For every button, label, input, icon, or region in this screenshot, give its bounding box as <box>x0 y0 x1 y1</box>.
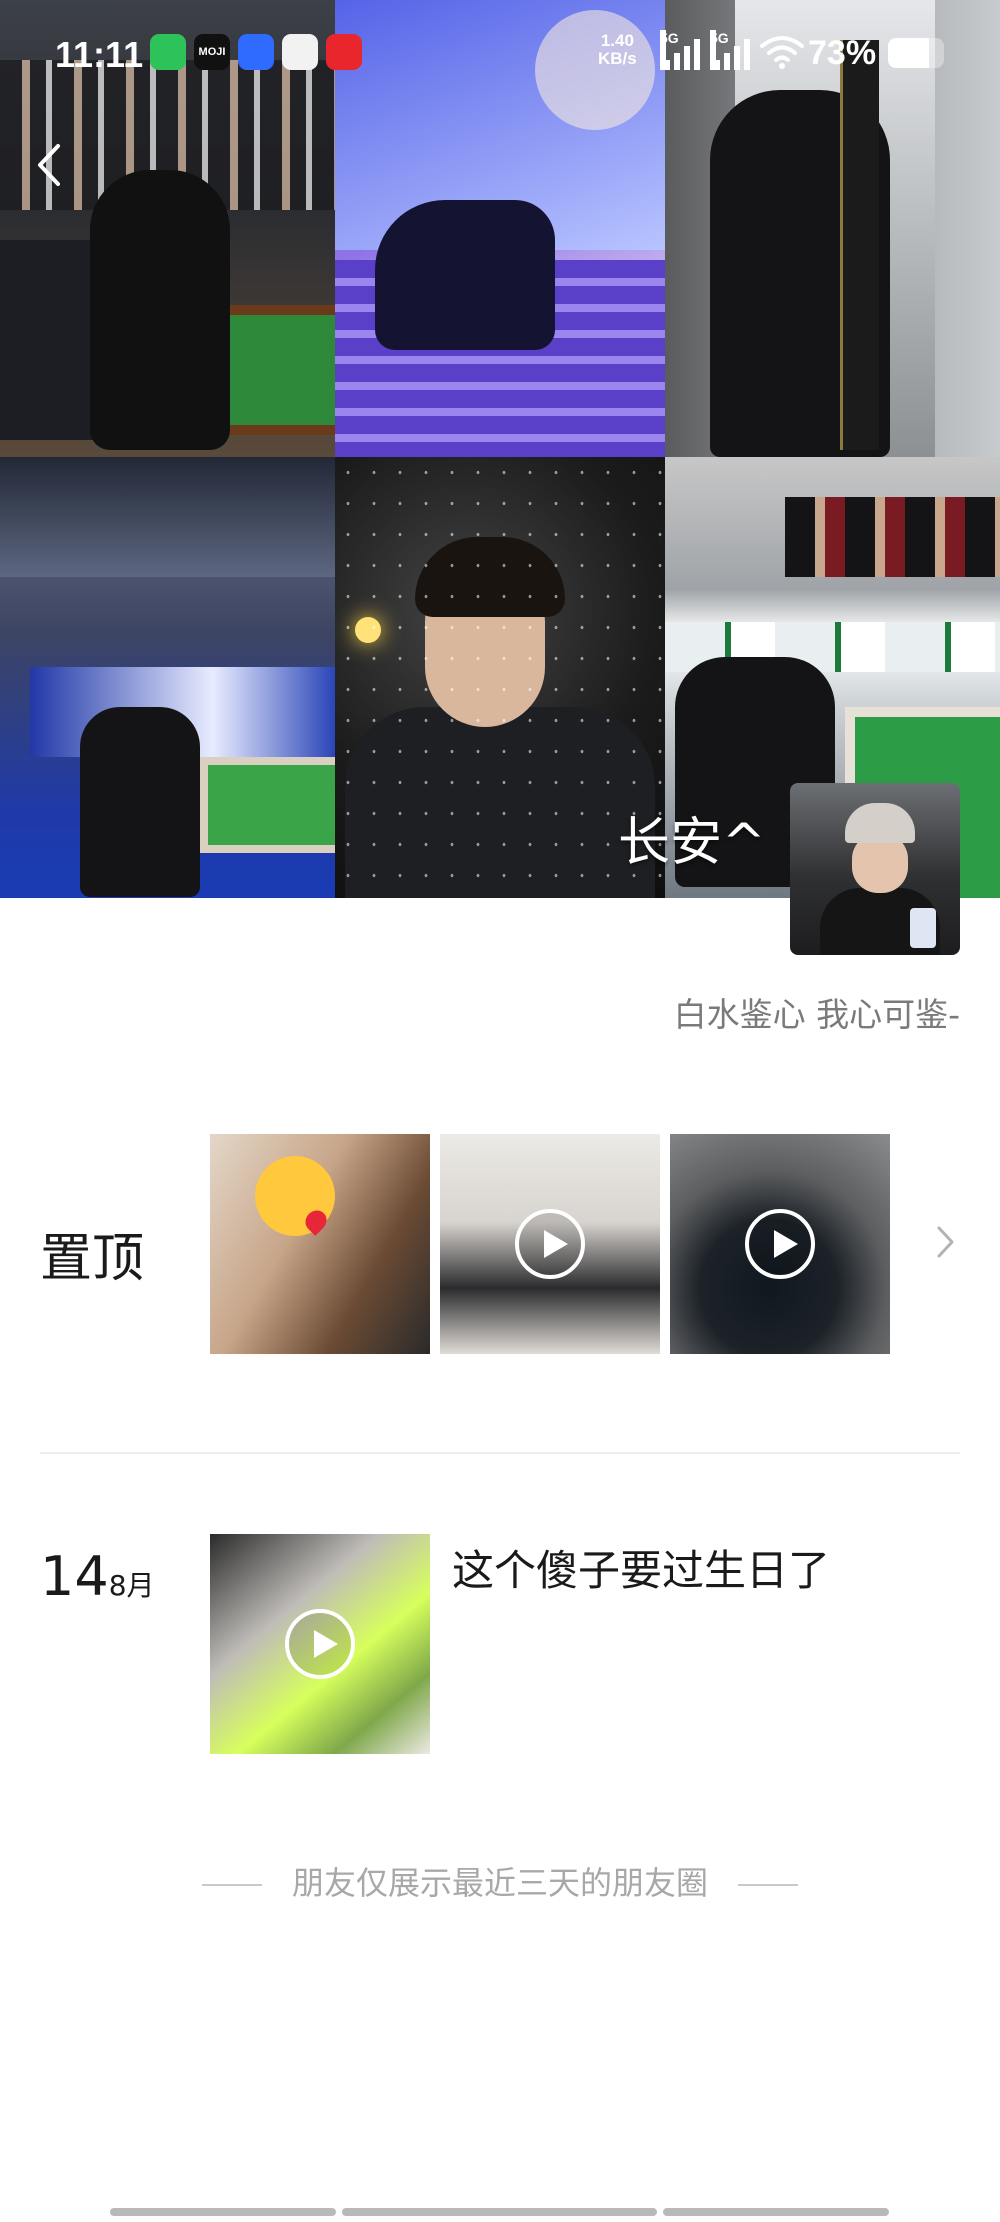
baidu-icon <box>238 34 274 70</box>
signal-icon: 5G <box>710 30 752 70</box>
clown-icon <box>282 34 318 70</box>
avatar[interactable] <box>790 783 960 955</box>
post-date-day: 14 <box>40 1545 109 1608</box>
notice-text: 朋友仅展示最近三天的朋友圈 <box>291 1864 708 1902</box>
wifi-icon <box>760 36 804 69</box>
gesture-bar[interactable] <box>342 2208 657 2216</box>
divider <box>201 1884 262 1886</box>
wechat-icon <box>150 34 186 70</box>
cover-photo-tournament-hall <box>0 457 335 898</box>
post-video-thumbnail[interactable] <box>210 1534 430 1754</box>
pinned-item-photo[interactable] <box>210 1134 430 1354</box>
back-arrow-icon[interactable] <box>30 140 70 190</box>
gesture-bar[interactable] <box>110 2208 336 2216</box>
profile-nickname: 长安^ <box>618 813 766 873</box>
play-icon <box>745 1209 815 1279</box>
network-speed: 1.40 KB/s <box>598 31 637 68</box>
three-day-visibility-notice: 朋友仅展示最近三天的朋友圈 <box>0 1858 1000 1904</box>
cover-photo-collage[interactable] <box>0 0 1000 898</box>
pinned-item-video[interactable] <box>670 1134 890 1354</box>
cover-photo-snow-portrait <box>335 457 665 898</box>
signal-icon: 5G <box>660 30 702 70</box>
kiss-emoji-icon <box>255 1156 335 1236</box>
post-date-month: 8月 <box>108 1569 155 1602</box>
post-text[interactable]: 这个傻子要过生日了 <box>452 1537 830 1598</box>
divider <box>40 1452 960 1454</box>
play-icon <box>285 1609 355 1679</box>
pinned-item-video[interactable] <box>440 1134 660 1354</box>
heart-icon <box>326 34 362 70</box>
battery-icon <box>888 38 944 68</box>
pinned-label: 置顶 <box>40 1229 145 1289</box>
divider <box>738 1884 798 1886</box>
gesture-bar[interactable] <box>663 2208 889 2216</box>
status-bar: 11:11 MOJI 1.40 KB/s 5G 5G 73% <box>0 0 1000 100</box>
post-date: 148月 <box>40 1545 155 1608</box>
status-time: 11:11 <box>55 34 144 75</box>
battery-percent: 73% <box>808 34 877 72</box>
play-icon <box>515 1209 585 1279</box>
moji-icon: MOJI <box>194 34 230 70</box>
chevron-right-icon[interactable] <box>930 1222 960 1262</box>
profile-signature: 白水鉴心 我心可鉴- <box>673 995 960 1034</box>
